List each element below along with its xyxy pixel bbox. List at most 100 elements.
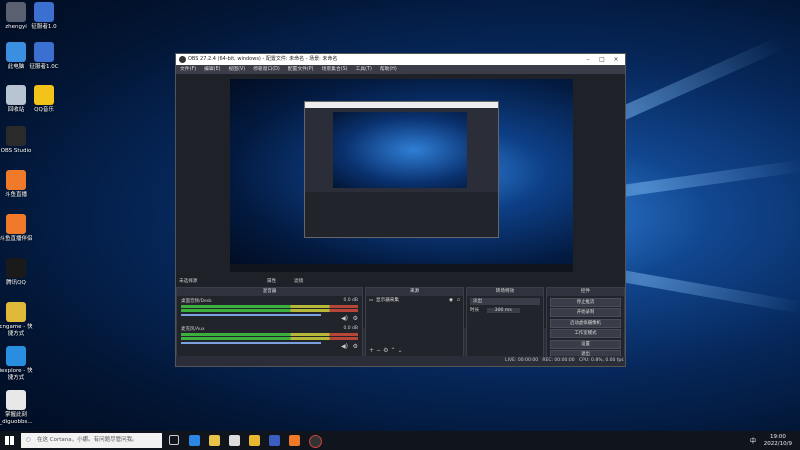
store-icon[interactable] bbox=[229, 435, 240, 446]
desktop-icon[interactable]: cngame - 快 捷方式 bbox=[0, 302, 44, 338]
app-icon bbox=[34, 42, 54, 62]
obs-statusbar: LIVE: 00:00:00 REC: 00:00:00 CPU: 0.8%, … bbox=[176, 356, 625, 366]
menu-item[interactable]: 视图(V) bbox=[224, 67, 249, 72]
start-virtual-camera-button[interactable]: 启动虚拟摄像机 bbox=[550, 318, 621, 328]
track-name: 麦克风/Aux bbox=[181, 327, 205, 332]
desktop-icon-label: QQ音乐 bbox=[34, 107, 54, 113]
obs-taskbar-icon[interactable] bbox=[309, 435, 322, 448]
start-recording-button[interactable]: 开始录制 bbox=[550, 308, 621, 317]
source-item[interactable]: ▭ 显示器采集 ◉ ▫ bbox=[368, 297, 461, 305]
speaker-icon[interactable]: ◀) bbox=[341, 315, 348, 322]
rec-status: REC: 00:00:00 bbox=[542, 358, 575, 363]
menu-item[interactable]: 帮助(H) bbox=[376, 67, 401, 72]
preview-taskbar bbox=[230, 264, 573, 272]
studio-mode-button[interactable]: 工作室模式 bbox=[550, 329, 621, 338]
monitor-icon: ▭ bbox=[369, 298, 374, 303]
settings-button[interactable]: 设置 bbox=[550, 339, 621, 349]
maximize-icon[interactable]: □ bbox=[595, 54, 609, 65]
no-source-label: 未选择源 bbox=[179, 279, 198, 284]
speaker-icon[interactable]: ◀) bbox=[341, 343, 348, 350]
desktop-icon[interactable]: 腾讯QQ bbox=[0, 258, 44, 287]
desktop-icon[interactable]: 掌握此刻 _diguobbs... bbox=[0, 390, 44, 426]
stop-streaming-button[interactable]: 停止推流 bbox=[550, 297, 621, 307]
taskbar-clock[interactable]: 19:00 2022/10/9 bbox=[764, 434, 792, 447]
taskbar-app-icon[interactable] bbox=[269, 435, 280, 446]
taskbar-app-icon[interactable] bbox=[249, 435, 260, 446]
duration-field[interactable]: 300 ms bbox=[486, 308, 520, 313]
sources-panel: 来源 ▭ 显示器采集 ◉ ▫ +−⚙⌃⌄ bbox=[365, 287, 464, 357]
transition-select[interactable]: 淡出 bbox=[470, 298, 540, 305]
taskbar-app-icon[interactable] bbox=[289, 435, 300, 446]
menu-item[interactable]: 配置文件(P) bbox=[284, 67, 318, 72]
controls-panel: 控件 停止推流 开始录制 启动虚拟摄像机 工作室模式 设置 退出 bbox=[546, 287, 625, 359]
menu-item[interactable]: 文件(F) bbox=[176, 67, 200, 72]
desktop-icon[interactable]: 征服者1.0 bbox=[16, 2, 72, 31]
duration-label: 时长 bbox=[470, 308, 480, 313]
desktop-icon-label: 征服者1.0 bbox=[31, 24, 57, 30]
app-icon bbox=[34, 2, 54, 22]
menu-item[interactable]: 停靠窗口(D) bbox=[249, 67, 284, 72]
remove-source-icon[interactable]: − bbox=[376, 347, 383, 354]
close-icon[interactable]: × bbox=[609, 54, 623, 65]
edge-icon[interactable] bbox=[189, 435, 200, 446]
desktop-icon-label: OBS Studio bbox=[0, 148, 32, 154]
add-source-icon[interactable]: + bbox=[369, 347, 376, 354]
desktop-icon[interactable]: 斗鱼直播 bbox=[0, 170, 44, 199]
source-label: 显示器采集 bbox=[376, 298, 399, 303]
mixer-tracks: 桌面音频/Desk 0.0 dB ◀) ⚙ 麦克风/Aux 0.0 dB ◀) ⚙ bbox=[177, 296, 362, 352]
controls-title: 控件 bbox=[547, 288, 624, 296]
desktop-icon[interactable]: OBS Studio bbox=[0, 126, 44, 155]
menu-item[interactable]: 工具(T) bbox=[352, 67, 376, 72]
desktop-icon[interactable]: 斗鱼直播伴侣 bbox=[0, 214, 44, 243]
gear-icon[interactable]: ⚙ bbox=[353, 315, 358, 322]
obs-window[interactable]: OBS 27.2.4 (64-bit, windows) - 配置文件: 未命名… bbox=[175, 53, 626, 367]
lock-icon[interactable]: ▫ bbox=[457, 297, 460, 305]
app-icon bbox=[6, 170, 26, 190]
menu-item[interactable]: 编辑(E) bbox=[200, 67, 224, 72]
desktop-icon-label: 斗鱼直播伴侣 bbox=[0, 236, 33, 242]
desktop-icon-label: cngame - 快 捷方式 bbox=[0, 324, 33, 337]
cpu-status: CPU: 0.8%, 0.00 fps bbox=[578, 358, 624, 363]
app-icon bbox=[6, 302, 26, 322]
task-view-icon[interactable] bbox=[169, 435, 179, 445]
app-icon bbox=[6, 258, 26, 278]
volume-slider[interactable] bbox=[181, 342, 321, 344]
mixer-title: 混音器 bbox=[177, 288, 362, 296]
search-icon: ○ bbox=[26, 437, 31, 443]
app-icon bbox=[6, 126, 26, 146]
file-explorer-icon[interactable] bbox=[209, 435, 220, 446]
filters-button[interactable]: 滤镜 bbox=[294, 278, 303, 286]
desktop-icon[interactable]: iexplore - 快 捷方式 bbox=[0, 346, 44, 382]
visibility-icon[interactable]: ◉ bbox=[449, 297, 453, 305]
sources-toolbar: +−⚙⌃⌄ bbox=[369, 347, 405, 354]
duration-row: 时长 300 ms bbox=[470, 307, 540, 314]
mixer-track: 麦克风/Aux 0.0 dB ◀) ⚙ bbox=[177, 324, 362, 352]
gear-icon[interactable]: ⚙ bbox=[353, 343, 358, 350]
minimize-icon[interactable]: – bbox=[581, 54, 595, 65]
properties-button[interactable]: 属性 bbox=[267, 278, 276, 286]
app-icon bbox=[6, 346, 26, 366]
taskbar: ○ 在这 Cortana，小娜。有问题尽管问我。 中 19:00 2022/10… bbox=[0, 431, 800, 450]
volume-meter bbox=[181, 337, 358, 340]
dock-header-row: 未选择源 属性 滤镜 bbox=[176, 278, 625, 286]
obs-titlebar[interactable]: OBS 27.2.4 (64-bit, windows) - 配置文件: 未命名… bbox=[176, 54, 625, 65]
preview-canvas[interactable] bbox=[230, 79, 573, 272]
desktop-icon[interactable]: QQ音乐 bbox=[16, 85, 72, 114]
move-down-icon[interactable]: ⌄ bbox=[397, 347, 404, 354]
volume-slider[interactable] bbox=[181, 314, 321, 316]
volume-meter bbox=[181, 309, 358, 312]
obs-menubar: 文件(F) 编辑(E) 视图(V) 停靠窗口(D) 配置文件(P) 场景集合(S) 工具(T… bbox=[176, 65, 625, 74]
track-level: 0.0 dB bbox=[343, 326, 358, 331]
menu-item[interactable]: 场景集合(S) bbox=[318, 67, 352, 72]
cortana-search-input[interactable]: ○ 在这 Cortana，小娜。有问题尽管问我。 bbox=[21, 433, 162, 448]
transitions-title: 转场特效 bbox=[467, 288, 543, 296]
mixer-track: 桌面音频/Desk 0.0 dB ◀) ⚙ bbox=[177, 296, 362, 324]
desktop-icon[interactable]: 征服者1.0C bbox=[16, 42, 72, 71]
nested-obs-preview bbox=[304, 101, 499, 238]
desktop-icon-label: 斗鱼直播 bbox=[4, 192, 27, 198]
start-button[interactable] bbox=[5, 436, 14, 445]
search-placeholder: 在这 Cortana，小娜。有问题尽管问我。 bbox=[37, 437, 138, 443]
transitions-panel: 转场特效 淡出 时长 300 ms bbox=[466, 287, 544, 357]
input-method-indicator[interactable]: 中 bbox=[750, 436, 756, 445]
desktop-icon-label: iexplore - 快 捷方式 bbox=[0, 368, 33, 381]
